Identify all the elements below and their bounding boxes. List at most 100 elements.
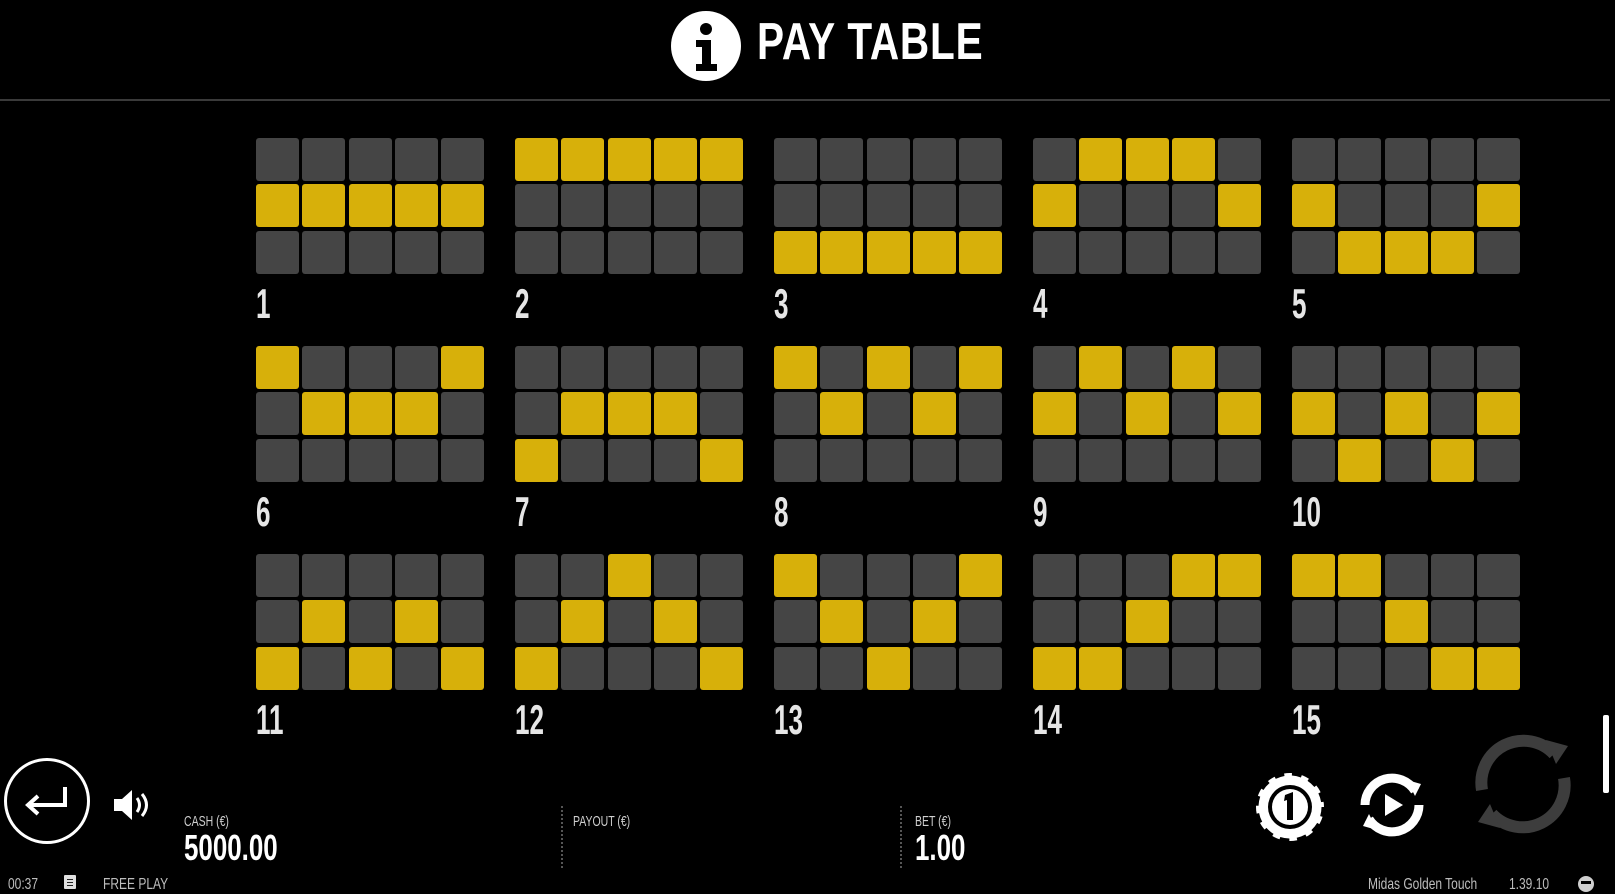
scrollbar-thumb[interactable]: [1603, 715, 1609, 793]
payline-number: 13: [774, 696, 803, 743]
payline-number: 14: [1033, 696, 1062, 743]
payline-cell: [1125, 346, 1169, 389]
payline-cell-active: [1125, 138, 1169, 181]
info-icon: [671, 11, 741, 81]
payline-cell: [912, 646, 956, 690]
payline-5: 5: [1292, 138, 1524, 338]
payline-cell: [700, 392, 744, 436]
payline-cell: [1033, 438, 1076, 482]
cash-value: 5000.00: [184, 827, 278, 868]
payline-cell: [1338, 392, 1382, 436]
payline-cell-active: [348, 184, 392, 228]
payline-cell-active: [1338, 554, 1382, 597]
payline-cell-active: [515, 646, 558, 690]
payline-cell-active: [774, 554, 817, 597]
payline-cell: [1171, 392, 1215, 436]
payline-cell: [515, 184, 558, 228]
payline-cell: [515, 346, 558, 389]
payline-cell-active: [820, 600, 864, 644]
payline-number: 12: [515, 696, 544, 743]
payline-cell-active: [1477, 392, 1521, 436]
payline-cell: [1218, 600, 1262, 644]
payline-cell: [1125, 184, 1169, 228]
payline-cell-active: [866, 346, 910, 389]
payline-cell-active: [441, 346, 485, 389]
payline-cell-active: [653, 392, 697, 436]
payline-cell-active: [394, 600, 438, 644]
payline-cell-active: [959, 346, 1003, 389]
payline-cell: [774, 600, 817, 644]
payline-cell: [561, 554, 605, 597]
payline-cell: [1477, 600, 1521, 644]
payline-cell: [1477, 438, 1521, 482]
payline-cell: [774, 184, 817, 228]
payline-2: 2: [515, 138, 747, 338]
payline-cell-active: [1033, 392, 1076, 436]
payline-cell: [912, 184, 956, 228]
payline-cell-active: [1079, 646, 1123, 690]
payline-cell: [1477, 346, 1521, 389]
payline-cell: [561, 646, 605, 690]
payline-cell: [1125, 438, 1169, 482]
payline-cell-active: [607, 138, 651, 181]
payline-cell: [1079, 554, 1123, 597]
payline-cell: [1384, 346, 1428, 389]
payline-cell: [1218, 646, 1262, 690]
payline-cell-active: [394, 392, 438, 436]
payline-cell: [653, 646, 697, 690]
payline-cell: [1477, 230, 1521, 274]
payline-cell-active: [1292, 392, 1335, 436]
history-icon[interactable]: [64, 875, 76, 889]
payline-cell-active: [1218, 554, 1262, 597]
payline-cell: [1338, 138, 1382, 181]
payline-cell: [256, 392, 299, 436]
payline-cell: [394, 138, 438, 181]
payline-cell: [441, 230, 485, 274]
back-button[interactable]: [4, 758, 90, 844]
payline-cell: [774, 438, 817, 482]
payline-cell: [912, 438, 956, 482]
bet-chip-button[interactable]: [1253, 770, 1327, 844]
payline-cell: [1384, 138, 1428, 181]
payline-cell-active: [1079, 346, 1123, 389]
clock: 00:37: [8, 876, 39, 893]
payline-cell: [348, 600, 392, 644]
bet-value: 1.00: [915, 827, 966, 868]
autoplay-button[interactable]: [1355, 768, 1429, 842]
payline-cell: [700, 346, 744, 389]
payline-cell: [561, 184, 605, 228]
payline-cells: [1033, 346, 1265, 484]
payline-cell-active: [1292, 184, 1335, 228]
payline-cell-active: [653, 600, 697, 644]
payline-number: 8: [774, 488, 789, 535]
payline-number: 3: [774, 280, 789, 327]
payline-cells: [1033, 554, 1265, 692]
payline-cell-active: [256, 184, 299, 228]
payline-cell-active: [515, 438, 558, 482]
payline-cell: [866, 554, 910, 597]
payline-cell: [1292, 600, 1335, 644]
payline-cell: [912, 554, 956, 597]
payline-cell: [1033, 600, 1076, 644]
payline-cell-active: [607, 392, 651, 436]
payline-cell: [866, 600, 910, 644]
payline-number: 6: [256, 488, 271, 535]
sound-toggle[interactable]: [112, 786, 152, 824]
payline-11: 11: [256, 554, 488, 754]
payline-cell-active: [394, 184, 438, 228]
payline-number: 10: [1292, 488, 1321, 535]
payline-cell-active: [820, 230, 864, 274]
payline-8: 8: [774, 346, 1006, 546]
payline-cell: [820, 554, 864, 597]
payline-cell-active: [1338, 438, 1382, 482]
payline-cell: [561, 438, 605, 482]
help-icon[interactable]: [1578, 876, 1594, 892]
mode-label: FREE PLAY: [103, 876, 169, 893]
payline-cell: [653, 184, 697, 228]
payline-cells: [774, 138, 1006, 276]
payline-cell-active: [1430, 646, 1474, 690]
payline-cell-active: [607, 554, 651, 597]
spin-arrows-icon: [1475, 734, 1571, 834]
payline-cell: [1384, 646, 1428, 690]
spin-button[interactable]: [1470, 730, 1576, 836]
